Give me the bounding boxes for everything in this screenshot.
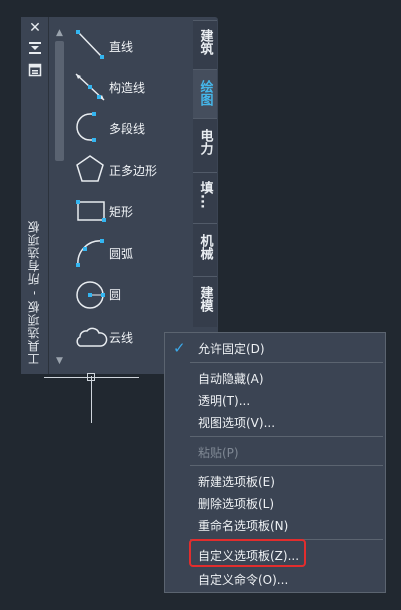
menu-item-view-options[interactable]: 视图选项(V)... — [165, 410, 385, 432]
tool-list: 直线 构造线 多段线 正多边形 矩形 圆弧 圆 云线 — [69, 22, 189, 367]
tool-label: 正多边形 — [109, 164, 158, 178]
tool-line[interactable]: 直线 — [69, 27, 189, 67]
tool-label: 矩形 — [109, 205, 134, 219]
cursor-pickbox — [87, 373, 95, 381]
tab-draw[interactable]: 绘图 — [193, 69, 217, 118]
menu-item-auto-hide[interactable]: 自动隐藏(A) — [165, 366, 385, 388]
menu-separator — [190, 362, 383, 363]
tool-palette-window: ✕ 工具选项板 - 所有选项板 ▲ ▼ 直线 构造线 多段线 正多边形 矩形 圆… — [21, 17, 218, 374]
scroll-up-icon[interactable]: ▲ — [53, 27, 66, 39]
tool-circle[interactable]: 圆 — [69, 275, 189, 315]
polygon-icon — [72, 151, 108, 187]
menu-item-paste: 粘贴(P) — [198, 446, 239, 460]
menu-item-allow-docking[interactable]: ✓ 允许固定(D) — [165, 336, 385, 358]
palette-scrollbar[interactable]: ▲ ▼ — [53, 27, 66, 367]
construction-line-icon — [72, 68, 108, 104]
close-icon[interactable]: ✕ — [28, 21, 42, 35]
menu-item-customize-commands[interactable]: 自定义命令(O)... — [165, 567, 385, 589]
tool-rectangle[interactable]: 矩形 — [69, 192, 189, 232]
revcloud-icon — [72, 318, 108, 354]
check-icon: ✓ — [173, 339, 186, 357]
properties-icon[interactable] — [28, 62, 42, 77]
palette-title-bar[interactable]: ✕ 工具选项板 - 所有选项板 — [21, 17, 49, 374]
scroll-thumb[interactable] — [55, 41, 64, 161]
autohide-icon[interactable] — [28, 40, 42, 54]
menu-item-new-palette[interactable]: 新建选项板(E) — [165, 469, 385, 491]
scroll-down-icon[interactable]: ▼ — [53, 355, 66, 367]
tab-electrical[interactable]: 电力 — [193, 118, 217, 172]
menu-item-delete-palette[interactable]: 删除选项板(L) — [165, 491, 385, 513]
circle-icon — [72, 275, 108, 311]
tab-hatch[interactable]: 填... — [193, 172, 217, 223]
tool-polygon[interactable]: 正多边形 — [69, 151, 189, 191]
tab-modeling[interactable]: 建模 — [193, 276, 217, 327]
tool-construction-line[interactable]: 构造线 — [69, 68, 189, 108]
tool-label: 云线 — [109, 331, 134, 345]
tool-label: 圆弧 — [109, 247, 134, 261]
menu-item-transparency[interactable]: 透明(T)... — [165, 388, 385, 410]
tab-architecture[interactable]: 建筑 — [193, 20, 217, 69]
menu-item-rename-palette[interactable]: 重命名选项板(N) — [165, 513, 385, 535]
polyline-icon — [72, 109, 108, 145]
rectangle-icon — [72, 192, 108, 228]
tool-label: 圆 — [109, 288, 122, 302]
menu-separator — [190, 436, 383, 437]
arc-icon — [72, 234, 108, 270]
menu-separator — [190, 465, 383, 466]
crosshair-vertical — [91, 376, 92, 423]
highlight-box — [189, 539, 306, 567]
tool-label: 直线 — [109, 40, 134, 54]
line-icon — [72, 27, 108, 63]
tab-mechanical[interactable]: 机械 — [193, 223, 217, 276]
tool-arc[interactable]: 圆弧 — [69, 234, 189, 274]
palette-title: 工具选项板 - 所有选项板 — [27, 220, 41, 365]
tool-label: 多段线 — [109, 122, 146, 136]
tool-polyline[interactable]: 多段线 — [69, 109, 189, 149]
tool-label: 构造线 — [109, 81, 146, 95]
